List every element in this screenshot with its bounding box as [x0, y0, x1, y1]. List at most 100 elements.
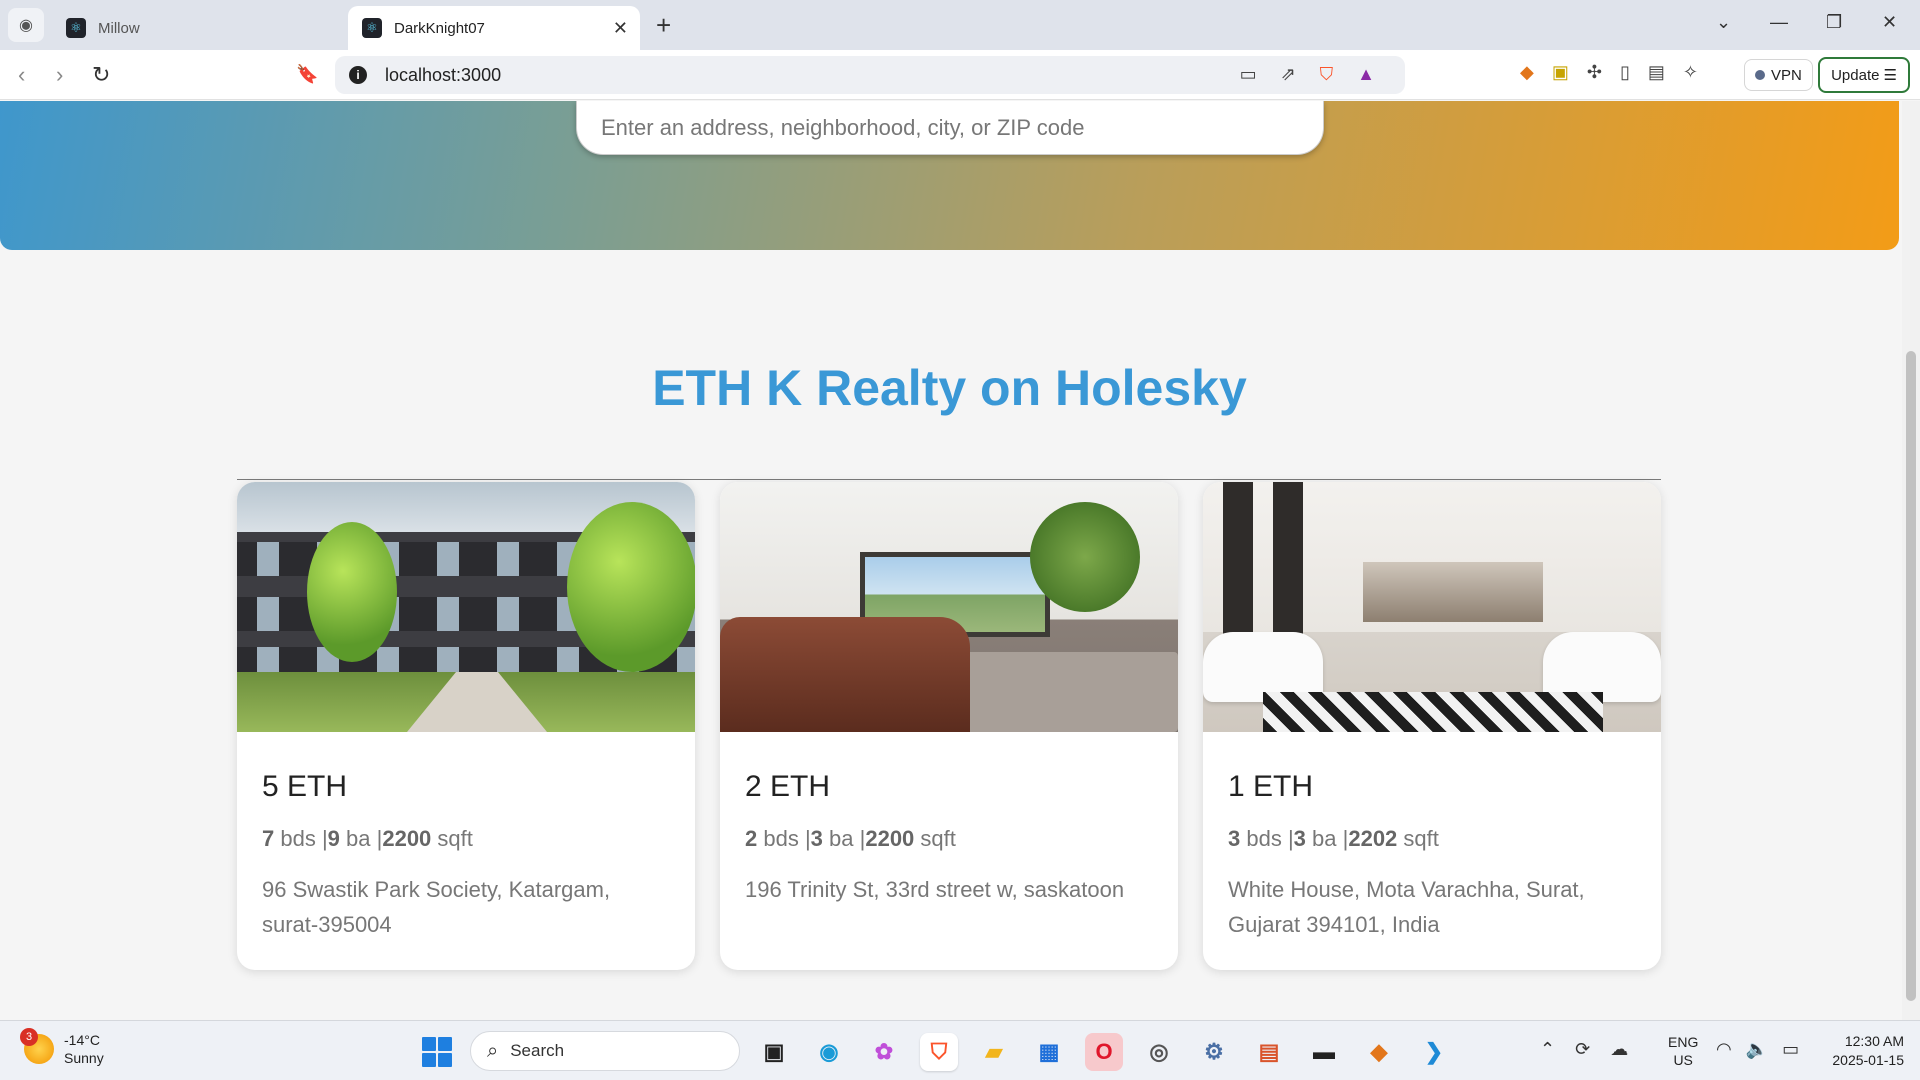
browser-toolbar: ‹ › ↻ 🔖 i localhost:3000 ▭ ⇗ ⛉ ▲ ◆ ▣ ✣ ▯…: [0, 50, 1920, 100]
page-scrollbar[interactable]: [1902, 101, 1920, 1020]
opera-icon[interactable]: O: [1085, 1033, 1123, 1071]
listing-stats: 2 bds |3 ba |2200 sqft: [745, 826, 956, 851]
section-divider: [237, 479, 1661, 480]
brave-browser-icon[interactable]: ⛉: [920, 1033, 958, 1071]
living-room-image: [720, 482, 1178, 732]
extensions-area: ◆ ▣ ✣ ▯ ▤ ✧: [1520, 62, 1698, 83]
region-code: US: [1673, 1052, 1693, 1068]
vscode-icon[interactable]: ❯: [1415, 1033, 1453, 1071]
taskbar-search-label: Search: [510, 1041, 565, 1060]
vpn-status-icon: [1755, 70, 1765, 80]
search-bar: [576, 101, 1324, 155]
page-title: ETH K Realty on Holesky: [652, 360, 1247, 416]
close-tab-icon[interactable]: ✕: [613, 18, 628, 39]
listing-card[interactable]: 2 ETH 2 bds |3 ba |2200 sqft 196 Trinity…: [720, 482, 1178, 970]
wifi-icon: ◠: [1716, 1039, 1732, 1059]
listing-card[interactable]: 1 ETH 3 bds |3 ba |2202 sqft White House…: [1203, 482, 1661, 970]
scrollbar-thumb[interactable]: [1906, 351, 1916, 1001]
microsoft-store-icon[interactable]: ▦: [1030, 1033, 1068, 1071]
task-view-icon[interactable]: ▣: [755, 1033, 793, 1071]
weather-temp: -14°C: [64, 1032, 100, 1048]
clock-time: 12:30 AM: [1844, 1033, 1904, 1049]
globe-icon: ◉: [19, 17, 33, 34]
listing-address: White House, Mota Varachha, Surat, Gujar…: [1228, 877, 1585, 937]
sync-icon[interactable]: ⟳: [1575, 1039, 1590, 1060]
tab-search-chevron-icon[interactable]: ⌄: [1716, 12, 1731, 33]
office-icon[interactable]: ▤: [1250, 1033, 1288, 1071]
puzzle-extensions-icon[interactable]: ✣: [1587, 62, 1602, 83]
metamask-icon[interactable]: ◆: [1360, 1033, 1398, 1071]
new-tab-button[interactable]: +: [656, 10, 671, 41]
browser-tab-bar: ◉ ⚛ Millow ⚛ DarkKnight07 ✕ + ⌄ — ❐ ✕: [0, 0, 1920, 50]
edge-icon[interactable]: ◉: [810, 1033, 848, 1071]
wallet-icon[interactable]: ▤: [1648, 62, 1665, 83]
update-label: Update: [1831, 66, 1880, 84]
update-button[interactable]: Update ☰: [1818, 57, 1910, 93]
search-input[interactable]: [577, 101, 1323, 154]
clock[interactable]: 12:30 AM 2025-01-15: [1818, 1032, 1904, 1070]
quick-settings[interactable]: ◠ 🔈 ▭: [1716, 1039, 1799, 1060]
battery-icon: ▭: [1782, 1039, 1800, 1059]
forward-icon[interactable]: ›: [56, 62, 63, 88]
listing-price: 1 ETH: [1228, 770, 1314, 803]
taskbar-apps: ▣ ◉ ✿ ⛉ ▰ ▦ O ◎ ⚙ ▤ ▬ ◆ ❯: [755, 1033, 1453, 1071]
weather-widget[interactable]: 3 -14°C Sunny: [20, 1028, 104, 1067]
tab-label: DarkKnight07: [394, 19, 485, 37]
tab-actions-button[interactable]: ◉: [8, 8, 44, 42]
url-text: localhost:3000: [385, 64, 502, 85]
listing-stats: 7 bds |9 ba |2200 sqft: [262, 826, 473, 851]
bookmark-icon[interactable]: 🔖: [296, 64, 318, 85]
language-code: ENG: [1668, 1034, 1699, 1050]
listing-address: 96 Swastik Park Society, Katargam, surat…: [262, 877, 611, 937]
address-bar-actions: ▭ ⇗ ⛉ ▲: [1240, 64, 1375, 85]
obs-icon[interactable]: ◎: [1140, 1033, 1178, 1071]
luxury-interior-image: [1203, 482, 1661, 732]
share-icon[interactable]: ⇗: [1281, 64, 1296, 85]
tab-millow[interactable]: ⚛ Millow: [52, 6, 344, 50]
townhouse-exterior-image: [237, 482, 695, 732]
cloud-offline-icon[interactable]: ☁: [1610, 1039, 1628, 1060]
site-info-icon[interactable]: i: [349, 66, 367, 84]
vpn-label: VPN: [1771, 66, 1802, 84]
file-explorer-icon[interactable]: ▰: [975, 1033, 1013, 1071]
address-bar[interactable]: i localhost:3000 ▭ ⇗ ⛉ ▲: [335, 56, 1405, 94]
chevron-up-icon[interactable]: ⌃: [1540, 1039, 1555, 1060]
react-favicon-icon: ⚛: [66, 18, 86, 38]
cast-icon[interactable]: ▭: [1240, 64, 1257, 85]
notification-badge: 3: [20, 1028, 38, 1046]
back-icon[interactable]: ‹: [18, 62, 25, 88]
listing-price: 5 ETH: [262, 770, 348, 803]
system-tray: ⌃ ⟳ ☁: [1540, 1039, 1628, 1060]
settings-icon[interactable]: ⚙: [1195, 1033, 1233, 1071]
weather-condition: Sunny: [64, 1050, 104, 1066]
tab-label: Millow: [98, 19, 140, 37]
listing-price: 2 ETH: [745, 770, 831, 803]
close-window-button[interactable]: ✕: [1882, 12, 1897, 33]
reload-icon[interactable]: ↻: [92, 62, 110, 88]
minimize-button[interactable]: —: [1770, 12, 1788, 33]
sidebar-icon[interactable]: ▯: [1620, 62, 1630, 83]
language-indicator[interactable]: ENG US: [1668, 1033, 1698, 1069]
windows-start-icon[interactable]: [422, 1037, 452, 1067]
page-content: ETH K Realty on Holesky 5 ETH 7 bds |9 b…: [0, 101, 1920, 1020]
copilot-icon[interactable]: ✿: [865, 1033, 903, 1071]
listing-address: 196 Trinity St, 33rd street w, saskatoon: [745, 877, 1125, 902]
taskbar-search[interactable]: ⌕ Search: [470, 1031, 740, 1071]
clock-date: 2025-01-15: [1832, 1052, 1904, 1068]
listing-card[interactable]: 5 ETH 7 bds |9 ba |2200 sqft 96 Swastik …: [237, 482, 695, 970]
leo-ai-icon[interactable]: ✧: [1683, 62, 1698, 83]
restore-button[interactable]: ❐: [1826, 12, 1842, 33]
extension-icon[interactable]: ▣: [1552, 62, 1569, 83]
react-favicon-icon: ⚛: [362, 18, 382, 38]
menu-icon: ☰: [1883, 67, 1897, 84]
brave-rewards-icon[interactable]: ▲: [1357, 64, 1375, 85]
vpn-button[interactable]: VPN: [1744, 59, 1813, 91]
listing-stats: 3 bds |3 ba |2202 sqft: [1228, 826, 1439, 851]
taskbar: 3 -14°C Sunny ⌕ Search ▣ ◉ ✿ ⛉ ▰ ▦ O ◎ ⚙…: [0, 1020, 1920, 1080]
sun-icon: 3: [20, 1028, 54, 1064]
brave-shield-icon[interactable]: ⛉: [1320, 64, 1334, 85]
metamask-extension-icon[interactable]: ◆: [1520, 62, 1534, 83]
search-icon: ⌕: [487, 1039, 499, 1062]
tab-darkknight07[interactable]: ⚛ DarkKnight07 ✕: [348, 6, 640, 50]
terminal-icon[interactable]: ▬: [1305, 1033, 1343, 1071]
